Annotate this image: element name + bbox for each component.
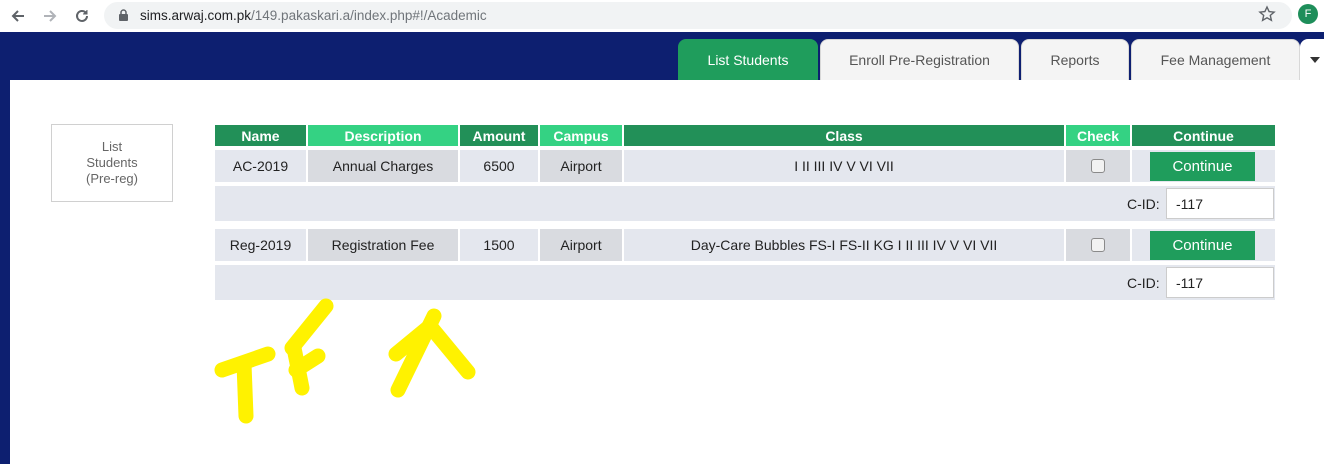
row2-description: Registration Fee xyxy=(308,229,458,261)
main-content: List Students (Pre-reg) Name Description… xyxy=(10,80,1324,464)
lock-icon xyxy=(118,9,129,27)
row2-checkbox[interactable] xyxy=(1091,238,1105,252)
row1-cid-row: C-ID: xyxy=(215,186,1275,221)
tab-fee-management[interactable]: Fee Management xyxy=(1131,39,1300,80)
header-check: Check xyxy=(1066,125,1130,146)
header-continue: Continue xyxy=(1132,125,1275,146)
row1-amount: 6500 xyxy=(460,150,538,182)
row2-name: Reg-2019 xyxy=(215,229,306,261)
header-description: Description xyxy=(308,125,458,146)
row2-cid-input[interactable] xyxy=(1166,267,1274,298)
row2-campus: Airport xyxy=(540,229,622,261)
row1-class: I II III IV V VI VII xyxy=(624,150,1064,182)
url-text: sims.arwaj.com.pk/149.pakaskari.a/index.… xyxy=(140,8,487,23)
row2-check-cell xyxy=(1066,229,1130,261)
address-bar[interactable]: sims.arwaj.com.pk/149.pakaskari.a/index.… xyxy=(104,2,1292,29)
caret-down-icon xyxy=(1310,56,1320,63)
row1-description: Annual Charges xyxy=(308,150,458,182)
header-name: Name xyxy=(215,125,306,146)
row2-continue-button[interactable]: Continue xyxy=(1150,231,1255,260)
tab-list-students[interactable]: List Students xyxy=(678,39,818,80)
url-domain: sims.arwaj.com.pk xyxy=(140,8,252,23)
side-nav-list-students-prereg[interactable]: List Students (Pre-reg) xyxy=(51,124,173,202)
app-frame: List Students Enroll Pre-Registration Re… xyxy=(0,32,1324,464)
yellow-handwritten-scribble xyxy=(214,298,476,424)
tab-enroll-pre-registration[interactable]: Enroll Pre-Registration xyxy=(820,39,1019,80)
bookmark-star-icon[interactable] xyxy=(1258,5,1276,28)
browser-toolbar: sims.arwaj.com.pk/149.pakaskari.a/index.… xyxy=(0,0,1324,32)
row2-amount: 1500 xyxy=(460,229,538,261)
row2-cid-label: C-ID: xyxy=(1127,275,1160,291)
row1-cid-label: C-ID: xyxy=(1127,196,1160,212)
back-icon[interactable] xyxy=(8,6,28,26)
row1-name: AC-2019 xyxy=(215,150,306,182)
header-amount: Amount xyxy=(460,125,538,146)
side-box-line-3: (Pre-reg) xyxy=(85,171,138,186)
row1-cid-input[interactable] xyxy=(1166,188,1274,219)
side-box-line-1: List xyxy=(101,139,123,154)
reload-icon[interactable] xyxy=(72,6,92,26)
row1-campus: Airport xyxy=(540,150,622,182)
profile-avatar[interactable]: F xyxy=(1298,4,1318,24)
tabs-more-dropdown[interactable] xyxy=(1300,39,1324,80)
row2-cid-row: C-ID: xyxy=(215,265,1275,300)
side-box-line-2: Students xyxy=(86,155,138,170)
url-path: /149.pakaskari.a/index.php#!/Academic xyxy=(251,8,487,23)
row1-continue-button[interactable]: Continue xyxy=(1150,152,1255,181)
header-class: Class xyxy=(624,125,1064,146)
row2-class: Day-Care Bubbles FS-I FS-II KG I II III … xyxy=(624,229,1064,261)
header-campus: Campus xyxy=(540,125,622,146)
tab-reports[interactable]: Reports xyxy=(1021,39,1129,80)
row1-check-cell xyxy=(1066,150,1130,182)
row1-checkbox[interactable] xyxy=(1091,159,1105,173)
forward-icon[interactable] xyxy=(40,6,60,26)
